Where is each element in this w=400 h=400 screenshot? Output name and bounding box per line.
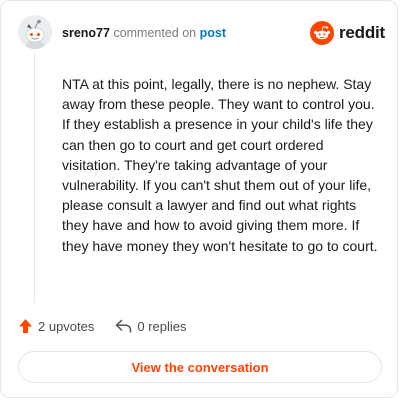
comment-actions: 2 upvotes 0 replies: [18, 318, 187, 334]
avatar[interactable]: [18, 15, 52, 49]
snoo-avatar-icon: [18, 15, 52, 49]
reddit-wordmark: reddit: [339, 23, 386, 42]
comment-body: NTA at this point, legally, there is no …: [62, 76, 378, 254]
view-conversation-button[interactable]: View the conversation: [18, 351, 382, 383]
reddit-snoo-icon: [310, 21, 334, 45]
post-link[interactable]: post: [200, 26, 226, 40]
reddit-logo[interactable]: reddit: [310, 21, 385, 45]
reply-arrow-icon: [116, 319, 132, 333]
upvote-button[interactable]: 2 upvotes: [18, 318, 94, 334]
thread-line: [34, 53, 35, 303]
upvote-arrow-icon: [19, 319, 32, 333]
commented-on-text: commented on: [113, 26, 197, 40]
replies-button[interactable]: 0 replies: [115, 318, 187, 334]
comment-header: sreno77 commented on post: [62, 26, 226, 40]
comment-embed-card: sreno77 commented on post reddit NTA at …: [0, 0, 398, 398]
upvote-count: 2 upvotes: [38, 318, 95, 334]
username-link[interactable]: sreno77: [62, 26, 110, 40]
replies-count: 0 replies: [137, 318, 187, 334]
